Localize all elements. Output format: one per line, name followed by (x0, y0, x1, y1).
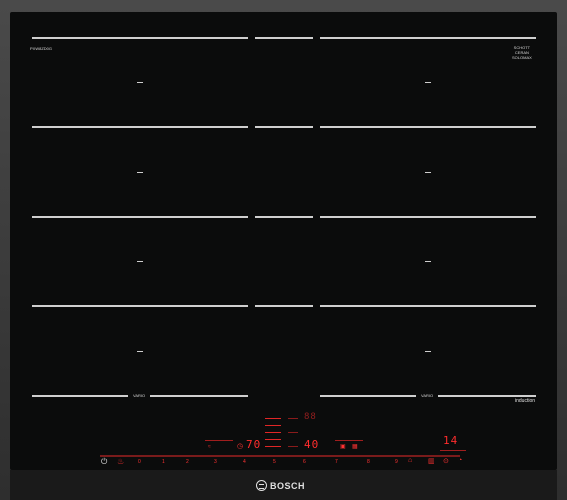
center-power-level: 40 (304, 438, 320, 451)
right-zone-indicator (440, 450, 466, 451)
wipe-protect-icon[interactable]: ⌂ (408, 457, 412, 464)
vario-label-right: VARIO (421, 393, 434, 398)
zone-select-bar[interactable] (265, 446, 281, 447)
zone-center-mark (137, 351, 143, 352)
slider-level-4[interactable]: 4 (243, 459, 246, 465)
zone-center-mark (425, 351, 431, 352)
zone-line-bottom-right-a (320, 395, 416, 397)
bosch-brand: BOSCH (256, 480, 305, 491)
left-power-level: 70 (246, 438, 262, 451)
zone-line-row3-left (32, 216, 248, 218)
zone-line-row3-center (255, 216, 313, 218)
left-zone-indicator (205, 440, 233, 441)
zone-line-row1-center (255, 37, 313, 39)
zone-line-row4-left (32, 305, 248, 307)
slider-level-1[interactable]: 1 (162, 459, 165, 465)
zone-line-row2-right (320, 126, 536, 128)
zone-center-mark (137, 82, 143, 83)
zone-line-row1-right (320, 37, 536, 39)
zone-select-bar[interactable] (265, 418, 281, 419)
slider-level-8[interactable]: 8 (367, 459, 370, 465)
timer-icon[interactable]: ◷ (237, 442, 243, 450)
zone-center-mark (137, 172, 143, 173)
zone-select-bar[interactable] (288, 446, 298, 447)
zone-line-row2-center (255, 126, 313, 128)
grid-icon[interactable]: ▦ (352, 443, 358, 450)
zone-center-mark (425, 261, 431, 262)
center-zone-indicator (335, 440, 363, 441)
zone-center-mark (425, 82, 431, 83)
slider-level-6[interactable]: 6 (303, 459, 306, 465)
vario-label-left: VARIO (133, 393, 146, 398)
slider-level-9[interactable]: 9 (395, 459, 398, 465)
fan-icon[interactable]: ≈ (208, 444, 211, 450)
slider-level-7[interactable]: 7 (335, 459, 338, 465)
zone-line-row2-left (32, 126, 248, 128)
zone-select-bar[interactable] (265, 425, 281, 426)
timer-display: 88 (304, 412, 317, 422)
zone-line-bottom-left-a (32, 395, 128, 397)
brand-name: BOSCH (270, 480, 306, 491)
slider-level-2[interactable]: 2 (186, 459, 189, 465)
right-power-level: 14 (443, 434, 459, 447)
schott-ceran-logo: SCHOTT CERAN SOLOMAX (512, 45, 532, 60)
ceramic-glass-surface (10, 12, 557, 470)
bosch-logo-icon (256, 480, 267, 491)
slider-level-5[interactable]: 5 (273, 459, 276, 465)
zone-line-row3-right (320, 216, 536, 218)
zone-line-bottom-left-b (150, 395, 248, 397)
induction-label: induction (515, 398, 536, 404)
zone-line-row4-right (320, 305, 536, 307)
zone-select-bar[interactable] (265, 432, 281, 433)
solomax-text: SOLOMAX (512, 55, 532, 60)
slider-level-3[interactable]: 3 (214, 459, 217, 465)
model-label: PXW8ZD0G (30, 46, 53, 51)
booster-icon[interactable]: ♨ (117, 457, 124, 466)
zone-select-bar[interactable] (288, 432, 298, 433)
zone-line-row4-center (255, 305, 313, 307)
lock-icon[interactable]: ▥ (428, 457, 435, 465)
zone-select-bar[interactable] (265, 439, 281, 440)
zone-line-row1-left (32, 37, 248, 39)
power-slider-track[interactable] (100, 455, 460, 457)
zone-center-mark (425, 172, 431, 173)
pan-icon[interactable]: ▣ (340, 443, 346, 450)
power-icon[interactable]: ⏻ (101, 457, 107, 467)
clock-icon[interactable]: ◔ (458, 457, 462, 464)
settings-icon[interactable]: ⊙ (443, 457, 449, 465)
zone-line-bottom-right-b (438, 395, 536, 397)
zone-select-bar[interactable] (288, 418, 298, 419)
zone-center-mark (137, 261, 143, 262)
slider-level-0[interactable]: 0 (138, 459, 141, 465)
